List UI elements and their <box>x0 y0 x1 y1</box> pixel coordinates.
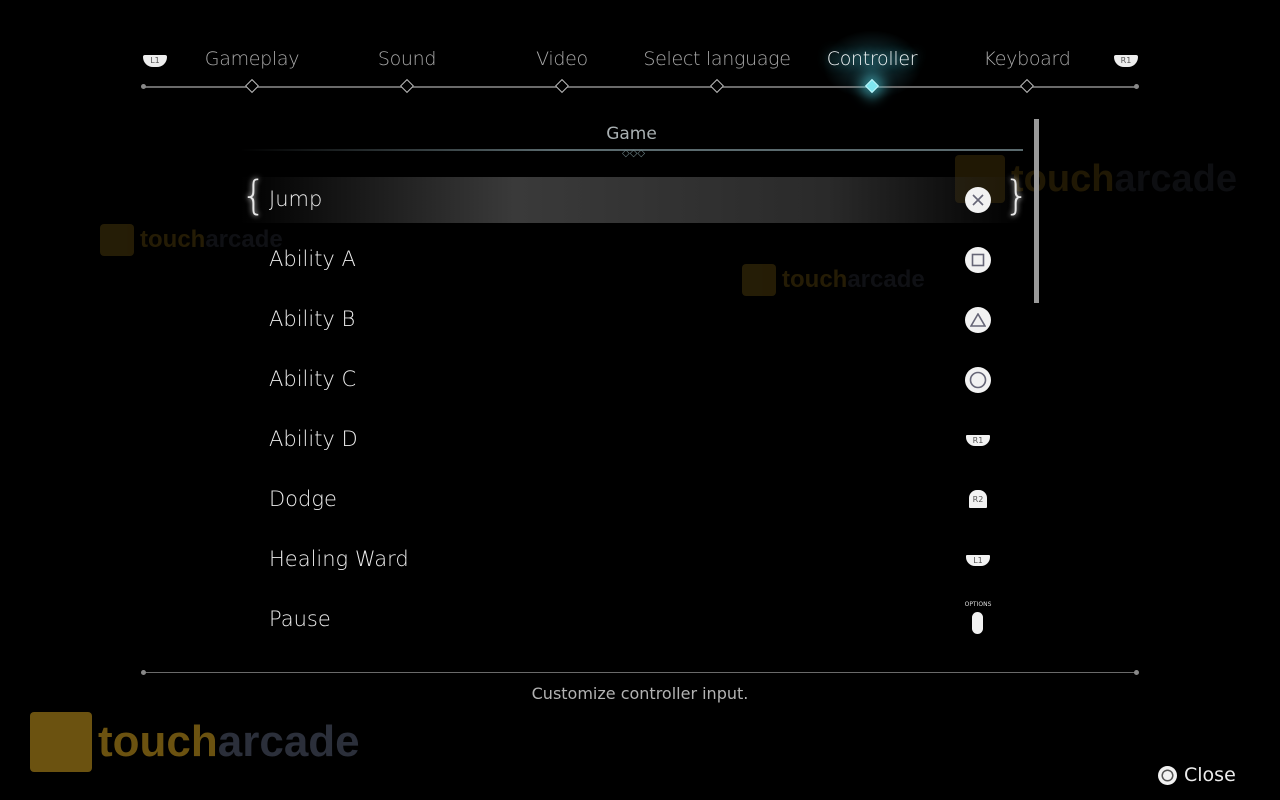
binding-label: Dodge <box>269 487 337 511</box>
tab-marker <box>554 78 570 94</box>
tab-controller[interactable]: Controller <box>827 48 918 70</box>
selection-bracket-left-icon: { <box>241 173 267 219</box>
tab-marker <box>399 78 415 94</box>
l1-button-icon: L1 <box>966 555 990 566</box>
binding-row-ability-d[interactable]: Ability D R1 <box>240 417 1023 463</box>
track-end-dot <box>141 84 146 89</box>
tab-keyboard[interactable]: Keyboard <box>984 48 1071 70</box>
tab-gameplay[interactable]: Gameplay <box>205 48 300 70</box>
r2-button-icon: R2 <box>969 490 987 508</box>
binding-label: Ability A <box>269 247 356 271</box>
options-button-icon <box>972 612 983 634</box>
cross-icon <box>965 187 991 213</box>
scrollbar[interactable] <box>1034 119 1039 303</box>
track-end-dot <box>1134 84 1139 89</box>
tab-track-line <box>143 86 1137 88</box>
circle-icon <box>965 367 991 393</box>
binding-row-ability-b[interactable]: Ability B <box>240 297 1023 343</box>
close-label: Close <box>1184 764 1236 786</box>
footer-divider <box>143 672 1137 673</box>
tab-marker <box>244 78 260 94</box>
footer-end-dot <box>1134 670 1139 675</box>
section-title: Game <box>606 124 657 144</box>
binding-label: Ability B <box>269 307 356 331</box>
binding-row-ability-a[interactable]: Ability A <box>240 237 1023 283</box>
l1-bumper-icon[interactable]: L1 <box>143 55 167 67</box>
help-text: Customize controller input. <box>531 684 749 703</box>
binding-label: Pause <box>269 607 331 631</box>
r1-bumper-icon[interactable]: R1 <box>1114 55 1138 67</box>
footer-end-dot <box>141 670 146 675</box>
binding-row-pause[interactable]: Pause OPTIONS <box>240 597 1023 643</box>
options-button-label: OPTIONS <box>964 601 992 608</box>
tab-sound[interactable]: Sound <box>378 48 437 70</box>
binding-label: Ability C <box>269 367 357 391</box>
section-ornament-icon: ◇◇◇ <box>622 148 646 159</box>
tab-marker <box>709 78 725 94</box>
watermark-logo: touch arcade <box>30 712 360 772</box>
binding-label: Jump <box>269 187 323 211</box>
binding-row-dodge[interactable]: Dodge R2 <box>240 477 1023 523</box>
binding-row-jump[interactable]: { Jump } <box>240 173 1029 223</box>
binding-label: Healing Ward <box>269 547 409 571</box>
selection-bracket-right-icon: } <box>1004 173 1030 219</box>
tab-select-language[interactable]: Select language <box>643 48 791 70</box>
square-icon <box>965 247 991 273</box>
close-button[interactable]: Close <box>1158 764 1236 786</box>
circle-icon <box>1158 765 1177 785</box>
binding-label: Ability D <box>269 427 358 451</box>
tab-video[interactable]: Video <box>536 48 588 70</box>
binding-row-healing-ward[interactable]: Healing Ward L1 <box>240 537 1023 583</box>
tab-marker <box>1019 78 1035 94</box>
binding-row-ability-c[interactable]: Ability C <box>240 357 1023 403</box>
triangle-icon <box>965 307 991 333</box>
r1-button-icon: R1 <box>966 435 990 446</box>
